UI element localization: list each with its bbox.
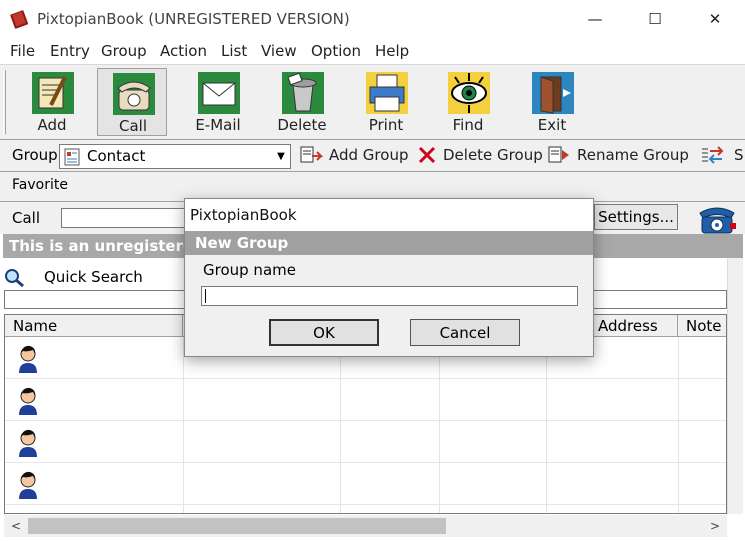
menu-action[interactable]: Action bbox=[160, 42, 207, 60]
envelope-icon bbox=[198, 72, 240, 114]
telephone-icon bbox=[113, 73, 155, 115]
vertical-scrollbar[interactable] bbox=[727, 258, 743, 514]
column-header-address[interactable]: Address bbox=[590, 315, 678, 337]
add-group-button[interactable]: Add Group bbox=[299, 145, 408, 165]
delete-group-label: Delete Group bbox=[443, 146, 543, 164]
minimize-button[interactable]: — bbox=[570, 0, 620, 38]
exit-button-label: Exit bbox=[537, 116, 567, 134]
horizontal-scrollbar[interactable]: < > bbox=[4, 515, 727, 537]
person-icon bbox=[19, 387, 37, 415]
sort-group-label: S bbox=[734, 146, 744, 164]
rename-group-label: Rename Group bbox=[577, 146, 689, 164]
exit-button[interactable]: Exit bbox=[517, 68, 587, 136]
menu-file[interactable]: File bbox=[10, 42, 35, 60]
app-book-icon bbox=[10, 10, 29, 29]
call-button-label: Call bbox=[118, 117, 147, 135]
table-row[interactable] bbox=[5, 421, 726, 463]
print-button-label: Print bbox=[368, 116, 404, 134]
window-title: PixtopianBook (UNREGISTERED VERSION) bbox=[37, 10, 350, 28]
find-button[interactable]: Find bbox=[433, 68, 503, 136]
sort-group-button[interactable]: S bbox=[700, 145, 744, 165]
menu-bar: File Entry Group Action List View Option… bbox=[0, 38, 745, 64]
menu-group[interactable]: Group bbox=[101, 42, 147, 60]
scroll-left-icon[interactable]: < bbox=[6, 515, 26, 537]
scroll-thumb[interactable] bbox=[28, 518, 446, 534]
text-caret bbox=[205, 289, 206, 303]
email-button-label: E-Mail bbox=[195, 116, 241, 134]
column-header-name[interactable]: Name bbox=[5, 315, 183, 337]
add-group-label: Add Group bbox=[329, 146, 409, 164]
settings-button[interactable]: Settings... bbox=[594, 204, 678, 230]
rename-group-icon bbox=[548, 146, 569, 163]
add-button[interactable]: Add bbox=[17, 68, 87, 136]
table-row[interactable] bbox=[5, 379, 726, 421]
close-button[interactable]: ✕ bbox=[690, 0, 740, 38]
add-button-label: Add bbox=[37, 116, 67, 134]
print-button[interactable]: Print bbox=[351, 68, 421, 136]
menu-view[interactable]: View bbox=[261, 42, 297, 60]
menu-list[interactable]: List bbox=[221, 42, 247, 60]
find-button-label: Find bbox=[452, 116, 484, 134]
call-label: Call bbox=[12, 209, 41, 227]
delete-button[interactable]: Delete bbox=[267, 68, 337, 136]
person-icon bbox=[19, 429, 37, 457]
add-group-icon bbox=[300, 146, 323, 163]
door-exit-icon bbox=[532, 72, 574, 114]
dial-phone-icon[interactable] bbox=[696, 203, 738, 235]
maximize-button[interactable]: ☐ bbox=[630, 0, 680, 38]
toolbar-grip[interactable] bbox=[3, 70, 6, 134]
group-name-label: Group name bbox=[203, 261, 296, 279]
dialog-title: PixtopianBook bbox=[190, 206, 297, 224]
ok-button[interactable]: OK bbox=[269, 319, 379, 346]
eye-icon bbox=[448, 72, 490, 114]
menu-option[interactable]: Option bbox=[311, 42, 361, 60]
email-button[interactable]: E-Mail bbox=[183, 68, 253, 136]
delete-group-button[interactable]: Delete Group bbox=[417, 145, 543, 165]
new-group-dialog: PixtopianBook New Group Group name OK Ca… bbox=[184, 198, 594, 357]
notepad-pen-icon bbox=[32, 72, 74, 114]
column-header-note[interactable]: Note bbox=[678, 315, 726, 337]
call-button[interactable]: Call bbox=[97, 68, 167, 136]
trash-can-icon bbox=[282, 72, 324, 114]
menu-entry[interactable]: Entry bbox=[50, 42, 90, 60]
person-icon bbox=[19, 345, 37, 373]
menu-help[interactable]: Help bbox=[375, 42, 409, 60]
favorite-label: Favorite bbox=[12, 177, 68, 193]
table-row[interactable] bbox=[5, 463, 726, 505]
sort-arrows-icon bbox=[702, 146, 724, 164]
cancel-button[interactable]: Cancel bbox=[410, 319, 520, 346]
group-name-input[interactable] bbox=[201, 286, 578, 306]
group-select-value: Contact bbox=[87, 147, 146, 165]
quick-search-label: Quick Search bbox=[44, 268, 143, 286]
call-input[interactable] bbox=[61, 208, 191, 228]
printer-icon bbox=[366, 72, 408, 114]
dialog-header: New Group bbox=[185, 231, 593, 255]
magnifier-icon bbox=[5, 269, 24, 288]
rename-group-button[interactable]: Rename Group bbox=[547, 145, 689, 165]
scroll-right-icon[interactable]: > bbox=[705, 515, 725, 537]
group-label: Group bbox=[12, 146, 58, 164]
delete-button-label: Delete bbox=[277, 116, 327, 134]
delete-x-icon bbox=[418, 146, 436, 164]
contact-card-icon bbox=[64, 148, 80, 166]
group-select[interactable]: Contact ▼ bbox=[59, 144, 291, 169]
person-icon bbox=[19, 471, 37, 499]
chevron-down-icon[interactable]: ▼ bbox=[272, 145, 290, 168]
